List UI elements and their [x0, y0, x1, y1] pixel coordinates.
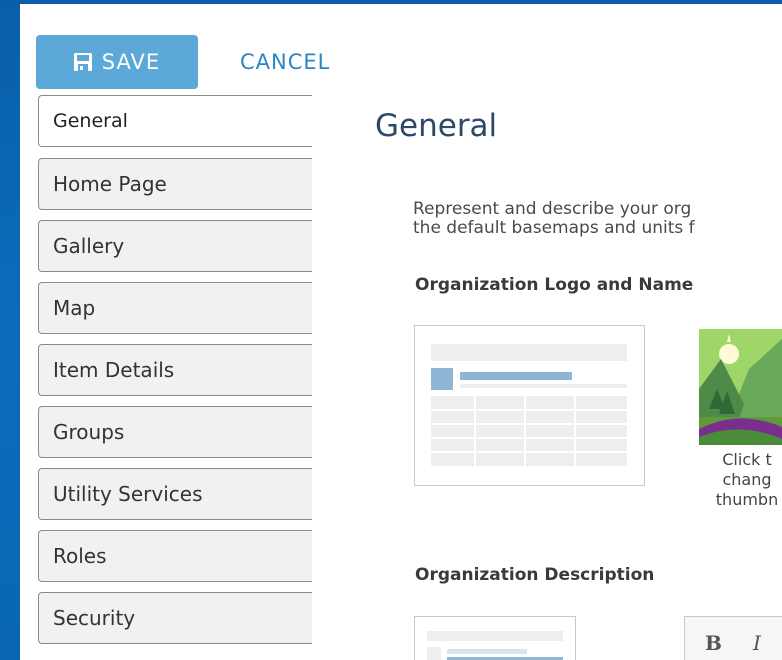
organization-thumbnail[interactable]	[699, 329, 782, 445]
logo-layout-preview[interactable]	[414, 325, 645, 486]
section-description: Represent and describe your org the defa…	[413, 200, 782, 238]
sidebar-item-utility-services[interactable]: Utility Services	[38, 468, 312, 520]
settings-panel: SAVE CANCEL General Home Page Gallery Ma…	[20, 4, 782, 660]
rich-text-toolbar: B I	[684, 616, 782, 660]
description-line: Represent and describe your org	[413, 199, 692, 219]
description-preview-illustration	[427, 631, 563, 660]
description-layout-preview[interactable]	[414, 616, 576, 660]
layout-preview-illustration	[431, 344, 627, 466]
page-title: General	[375, 108, 498, 144]
thumbnail-caption: Click t chang thumbn	[715, 450, 779, 509]
sidebar-item-map[interactable]: Map	[38, 282, 312, 334]
floppy-disk-icon	[73, 53, 92, 71]
cancel-button[interactable]: CANCEL	[240, 50, 330, 74]
description-section-heading: Organization Description	[415, 565, 655, 585]
sidebar-item-roles[interactable]: Roles	[38, 530, 312, 582]
sidebar-item-gallery[interactable]: Gallery	[38, 220, 312, 272]
sidebar-item-general[interactable]: General	[38, 95, 312, 147]
sidebar-item-security[interactable]: Security	[38, 592, 312, 644]
save-button[interactable]: SAVE	[36, 35, 198, 89]
description-line: the default basemaps and units f	[413, 218, 695, 238]
landscape-thumbnail-icon	[699, 329, 782, 445]
italic-button[interactable]: I	[753, 631, 761, 655]
logo-section-heading: Organization Logo and Name	[415, 275, 694, 295]
save-button-label: SAVE	[101, 50, 161, 74]
sidebar-item-item-details[interactable]: Item Details	[38, 344, 312, 396]
sidebar-item-groups[interactable]: Groups	[38, 406, 312, 458]
bold-button[interactable]: B	[705, 631, 722, 655]
sidebar-item-home-page[interactable]: Home Page	[38, 158, 312, 210]
